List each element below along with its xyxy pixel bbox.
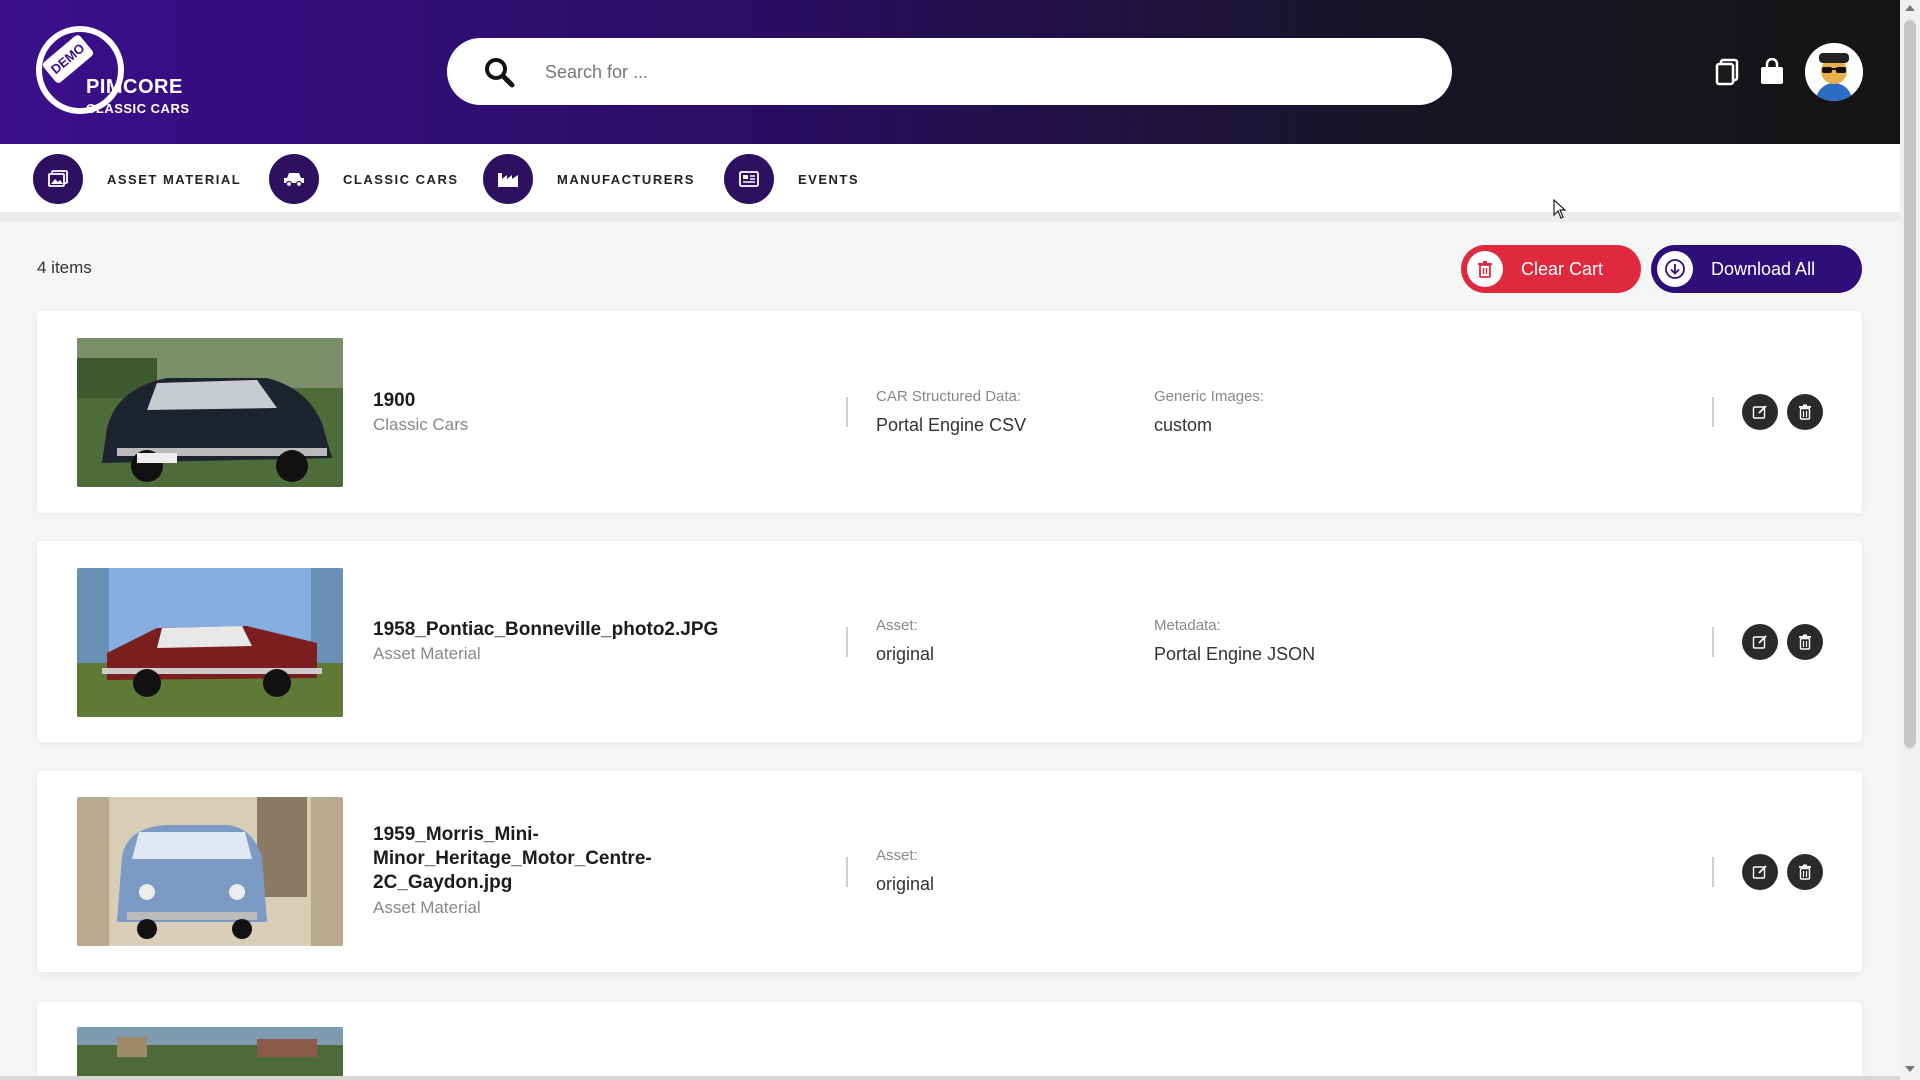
cart-item-count: 4 items bbox=[37, 258, 92, 277]
item-category: Asset Material bbox=[373, 898, 481, 917]
item-thumbnail[interactable] bbox=[77, 568, 343, 717]
cart-item: 1958_Pontiac_Bonneville_photo2.JPG Asset… bbox=[37, 541, 1862, 742]
remove-button[interactable] bbox=[1787, 854, 1823, 890]
brand-logo[interactable]: DEMO PIMCORE CLASSIC CARS bbox=[36, 26, 206, 121]
cart-item bbox=[37, 1002, 1862, 1080]
user-avatar[interactable] bbox=[1805, 43, 1863, 101]
meta-value: Portal Engine JSON bbox=[1154, 644, 1316, 664]
nav-label: ASSET MATERIAL bbox=[107, 171, 242, 187]
car-icon bbox=[269, 154, 319, 204]
item-title: 1958_Pontiac_Bonneville_photo2.JPG bbox=[373, 619, 719, 640]
trash-icon bbox=[1799, 404, 1811, 420]
meta-value: custom bbox=[1154, 415, 1213, 435]
edit-button[interactable] bbox=[1742, 394, 1778, 430]
download-all-label: Download All bbox=[1711, 258, 1816, 279]
divider bbox=[846, 857, 848, 887]
nav-label: CLASSIC CARS bbox=[343, 171, 459, 187]
meta-value: original bbox=[876, 644, 935, 664]
edit-icon bbox=[1752, 635, 1767, 649]
item-category: Asset Material bbox=[373, 644, 481, 663]
clear-cart-label: Clear Cart bbox=[1521, 258, 1604, 279]
main-nav: ASSET MATERIAL CLASSIC CARS MANUFACTURER… bbox=[0, 144, 1900, 212]
item-title: 1959_Morris_Mini- Minor_Heritage_Motor_C… bbox=[373, 823, 733, 895]
edit-button[interactable] bbox=[1742, 624, 1778, 660]
edit-button[interactable] bbox=[1742, 854, 1778, 890]
meta-label: Generic Images: bbox=[1154, 388, 1265, 405]
horizontal-scrollbar[interactable] bbox=[0, 1076, 1900, 1080]
item-thumbnail[interactable] bbox=[77, 797, 343, 946]
meta-value: original bbox=[876, 874, 935, 894]
item-title: 1900 bbox=[373, 390, 416, 411]
nav-item-asset-material[interactable]: ASSET MATERIAL bbox=[33, 154, 241, 204]
logo-name: PIMCORE bbox=[86, 76, 183, 98]
divider bbox=[846, 397, 848, 427]
divider bbox=[1712, 397, 1714, 427]
trash-icon bbox=[1799, 634, 1811, 650]
images-icon bbox=[33, 154, 83, 204]
scrollbar-thumb[interactable] bbox=[1904, 20, 1916, 748]
trash-icon bbox=[1799, 864, 1811, 880]
car-photo-image bbox=[77, 1027, 343, 1080]
car-photo-image bbox=[77, 797, 343, 946]
item-title-line: Minor_Heritage_Motor_Centre- bbox=[373, 848, 652, 869]
item-category: Classic Cars bbox=[373, 415, 469, 434]
item-thumbnail[interactable] bbox=[77, 1027, 343, 1080]
download-icon bbox=[1657, 251, 1693, 287]
cart-item: 1959_Morris_Mini- Minor_Heritage_Motor_C… bbox=[37, 771, 1862, 972]
remove-button[interactable] bbox=[1787, 394, 1823, 430]
search-input[interactable] bbox=[545, 50, 1425, 94]
clipboard-icon[interactable] bbox=[1715, 58, 1741, 86]
trash-icon bbox=[1467, 251, 1503, 287]
download-all-button[interactable]: Download All bbox=[1651, 245, 1862, 293]
search-bar bbox=[447, 38, 1452, 105]
newspaper-icon bbox=[724, 154, 774, 204]
nav-label: EVENTS bbox=[798, 171, 860, 187]
mouse-pointer-icon bbox=[1553, 199, 1567, 219]
cart-item: 1900 Classic Cars CAR Structured Data: P… bbox=[37, 311, 1862, 513]
divider bbox=[1712, 627, 1714, 657]
user-avatar-icon bbox=[1805, 43, 1863, 101]
remove-button[interactable] bbox=[1787, 624, 1823, 660]
meta-label: Asset: bbox=[876, 847, 918, 864]
logo-subtitle: CLASSIC CARS bbox=[86, 101, 190, 116]
edit-icon bbox=[1752, 405, 1767, 419]
nav-item-manufacturers[interactable]: MANUFACTURERS bbox=[483, 154, 695, 204]
top-header: DEMO PIMCORE CLASSIC CARS bbox=[0, 0, 1900, 144]
nav-item-classic-cars[interactable]: CLASSIC CARS bbox=[269, 154, 459, 204]
scroll-down-arrow[interactable] bbox=[1905, 1066, 1915, 1072]
car-photo-image bbox=[77, 568, 343, 717]
meta-label: CAR Structured Data: bbox=[876, 388, 1022, 405]
search-icon[interactable] bbox=[483, 56, 515, 88]
meta-label: Asset: bbox=[876, 617, 918, 634]
meta-label: Metadata: bbox=[1154, 617, 1221, 634]
scroll-up-arrow[interactable] bbox=[1905, 5, 1915, 11]
nav-divider bbox=[0, 212, 1900, 222]
shopping-bag-icon[interactable] bbox=[1759, 58, 1785, 86]
divider bbox=[846, 627, 848, 657]
car-photo-image bbox=[77, 338, 343, 487]
item-title-line: 2C_Gaydon.jpg bbox=[373, 872, 513, 893]
vertical-scrollbar[interactable] bbox=[1900, 0, 1920, 1080]
clear-cart-button[interactable]: Clear Cart bbox=[1461, 245, 1641, 293]
nav-label: MANUFACTURERS bbox=[557, 171, 695, 187]
divider bbox=[1712, 857, 1714, 887]
edit-icon bbox=[1752, 865, 1767, 879]
factory-icon bbox=[483, 154, 533, 204]
meta-value: Portal Engine CSV bbox=[876, 415, 1027, 435]
nav-item-events[interactable]: EVENTS bbox=[724, 154, 859, 204]
item-title-line: 1959_Morris_Mini- bbox=[373, 824, 539, 845]
item-thumbnail[interactable] bbox=[77, 338, 343, 487]
